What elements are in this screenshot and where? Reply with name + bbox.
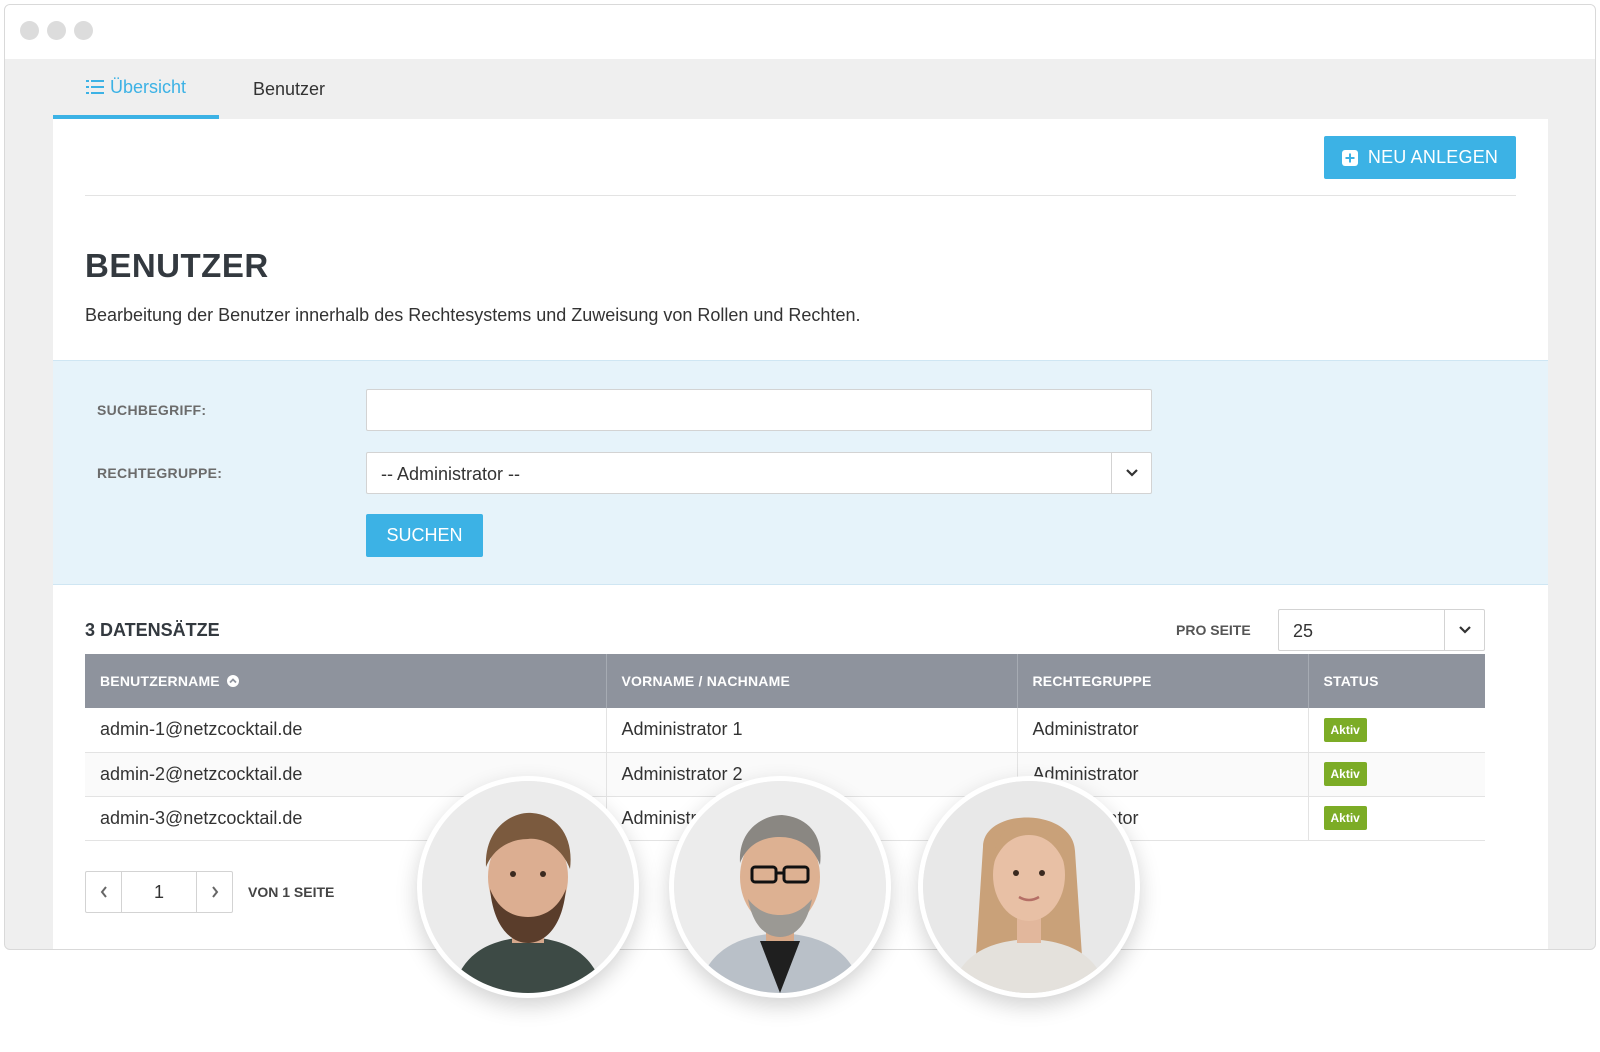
tab-overview-label: Übersicht (109, 76, 187, 97)
column-header-username[interactable]: BENUTZERNAME (85, 654, 607, 708)
rights-group-label: RECHTEGRUPPE: (97, 465, 223, 481)
tab-overview[interactable]: Übersicht (53, 59, 219, 119)
sort-up-icon[interactable] (226, 675, 239, 687)
table-row[interactable]: admin-1@netzcocktail.de Administrator 1 … (85, 708, 1485, 753)
cell-group: Administrator (1017, 708, 1309, 753)
filter-panel: SUCHBEGRIFF: RECHTEGRUPPE: -- Administra… (53, 360, 1548, 585)
chevron-left-icon (100, 886, 107, 898)
divider (85, 195, 1516, 196)
user-avatar-photo (918, 776, 1140, 998)
user-avatar-photo (669, 776, 891, 998)
window-control-close[interactable] (20, 21, 39, 40)
per-page-select[interactable]: 25 (1278, 609, 1485, 651)
rights-group-value: -- Administrator -- (381, 464, 521, 484)
cell-name: Administrator 1 (606, 708, 1018, 753)
search-button[interactable]: SUCHEN (366, 514, 483, 557)
column-header-name[interactable]: VORNAME / NACHNAME (606, 654, 1018, 708)
new-entry-button[interactable]: NEU ANLEGEN (1324, 136, 1516, 179)
cell-status: Aktiv (1308, 708, 1485, 753)
search-term-input[interactable] (366, 389, 1152, 431)
status-badge[interactable]: Aktiv (1323, 717, 1367, 742)
search-term-label: SUCHBEGRIFF: (97, 402, 207, 418)
list-icon (85, 80, 104, 94)
chevron-right-icon (211, 886, 218, 898)
next-page-button[interactable] (196, 872, 232, 912)
rights-group-select[interactable]: -- Administrator -- (366, 452, 1152, 494)
per-page-label: PRO SEITE (1176, 622, 1251, 638)
previous-page-button[interactable] (86, 872, 122, 912)
table-header-row: BENUTZERNAME VORNAME / NACHNAME RECHTEGR… (85, 654, 1485, 708)
cell-status: Aktiv (1308, 752, 1485, 797)
cell-username: admin-1@netzcocktail.de (85, 708, 607, 753)
column-header-group[interactable]: RECHTEGRUPPE (1017, 654, 1309, 708)
tab-users-label: Benutzer (252, 78, 326, 99)
status-badge[interactable]: Aktiv (1323, 806, 1367, 830)
status-badge[interactable]: Aktiv (1323, 762, 1367, 786)
current-page[interactable]: 1 (122, 882, 196, 903)
chevron-down-icon[interactable] (1444, 610, 1484, 650)
window-control-minimize[interactable] (47, 21, 66, 40)
page-description: Bearbeitung der Benutzer innerhalb des R… (85, 305, 861, 325)
window-control-maximize[interactable] (74, 21, 93, 40)
window-titlebar (5, 5, 1595, 59)
page-count-label: VON 1 SEITE (248, 884, 335, 900)
per-page-value: 25 (1293, 621, 1314, 641)
record-count: 3 DATENSÄTZE (85, 620, 220, 640)
page-title: BENUTZER (85, 247, 269, 284)
new-entry-label: NEU ANLEGEN (1367, 147, 1499, 167)
pagination: 1 (85, 871, 233, 913)
column-header-status[interactable]: STATUS (1308, 654, 1485, 708)
user-avatar-photo (417, 776, 639, 998)
plus-square-icon (1341, 149, 1358, 166)
chevron-down-icon[interactable] (1111, 453, 1151, 493)
tab-users[interactable]: Benutzer (219, 59, 359, 119)
cell-status: Aktiv (1308, 796, 1485, 841)
